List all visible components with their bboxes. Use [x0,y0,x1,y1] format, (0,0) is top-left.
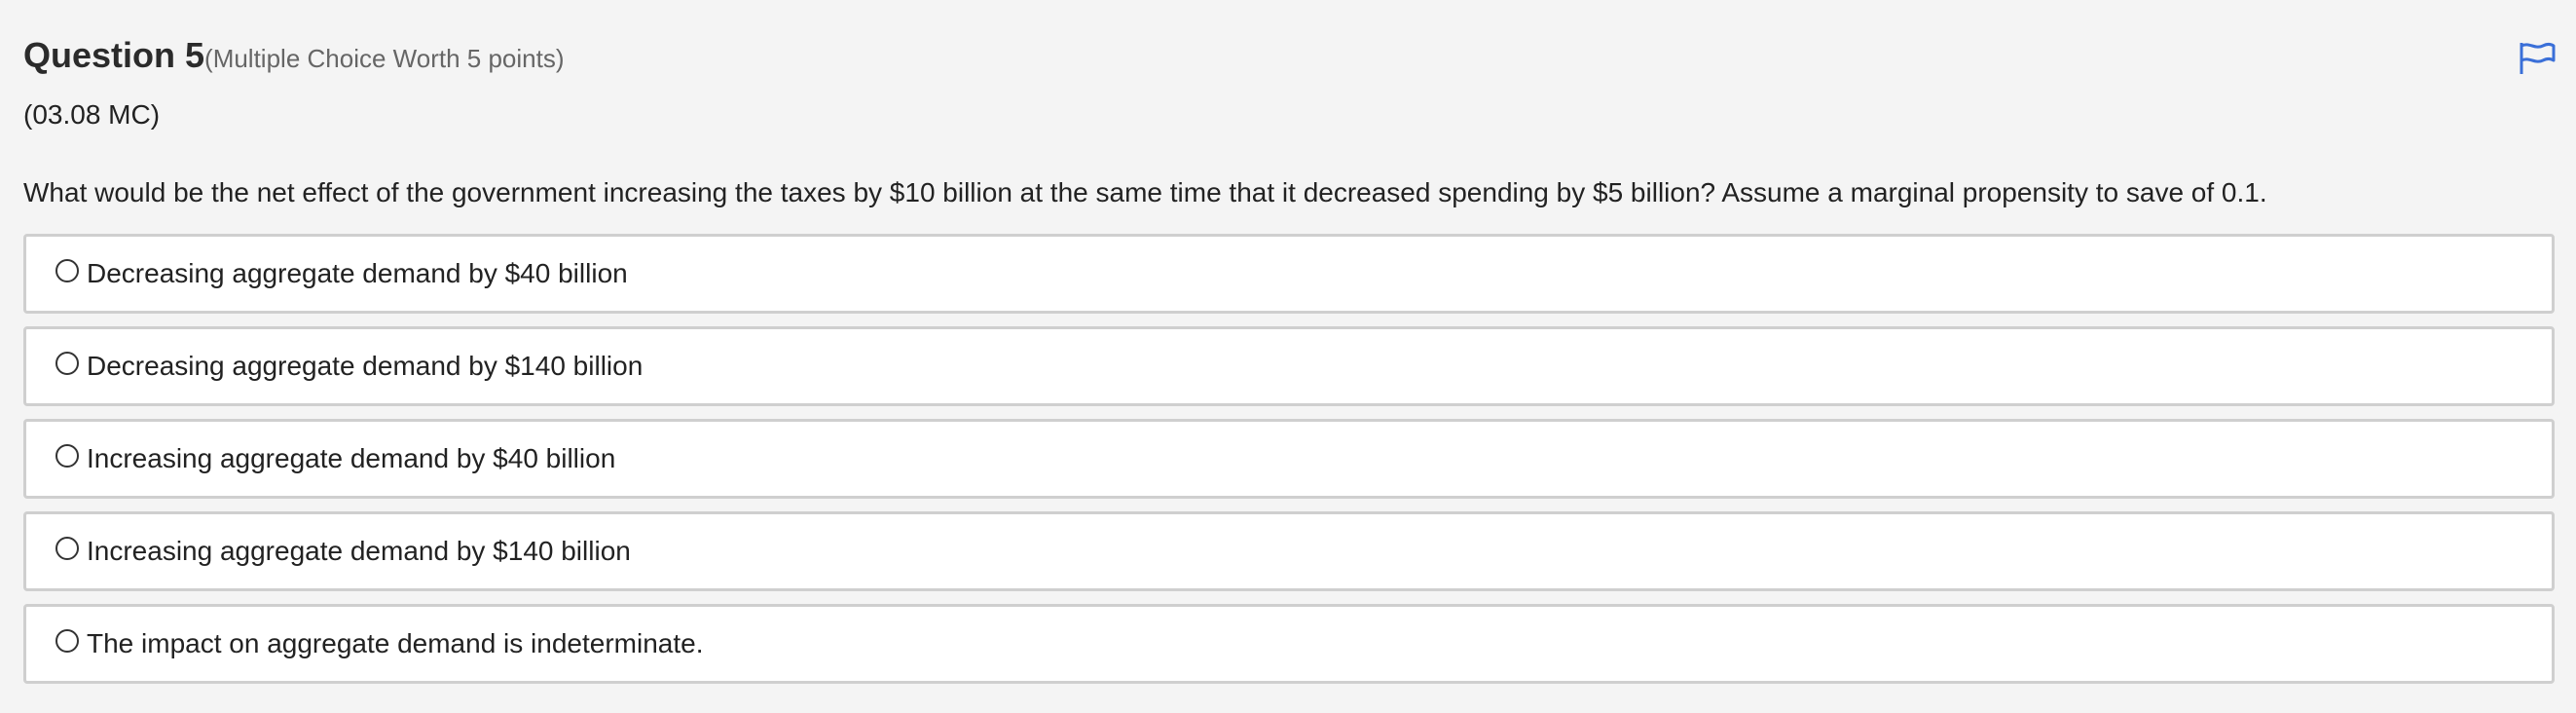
answer-option[interactable]: Decreasing aggregate demand by $140 bill… [23,326,2555,406]
radio-button[interactable] [55,537,79,560]
question-header: Question 5 (Multiple Choice Worth 5 poin… [23,35,564,76]
radio-button[interactable] [55,352,79,375]
radio-button[interactable] [55,259,79,282]
radio-button[interactable] [55,629,79,653]
answer-option[interactable]: The impact on aggregate demand is indete… [23,604,2555,684]
answer-option-label: Increasing aggregate demand by $140 bill… [87,536,631,566]
answer-options: Decreasing aggregate demand by $40 billi… [23,234,2555,696]
question-title: Question 5 [23,35,205,75]
question-code: (03.08 MC) [23,99,161,130]
answer-option[interactable]: Increasing aggregate demand by $140 bill… [23,511,2555,591]
answer-option-label: Increasing aggregate demand by $40 billi… [87,443,616,473]
question-prompt: What would be the net effect of the gove… [23,177,2267,207]
answer-option[interactable]: Decreasing aggregate demand by $40 billi… [23,234,2555,314]
answer-option-label: The impact on aggregate demand is indete… [87,628,704,658]
answer-option[interactable]: Increasing aggregate demand by $40 billi… [23,419,2555,499]
flag-icon[interactable] [2518,41,2557,76]
answer-option-label: Decreasing aggregate demand by $40 billi… [87,258,628,288]
answer-option-label: Decreasing aggregate demand by $140 bill… [87,351,644,381]
radio-button[interactable] [55,444,79,468]
question-worth: (Multiple Choice Worth 5 points) [204,44,565,73]
